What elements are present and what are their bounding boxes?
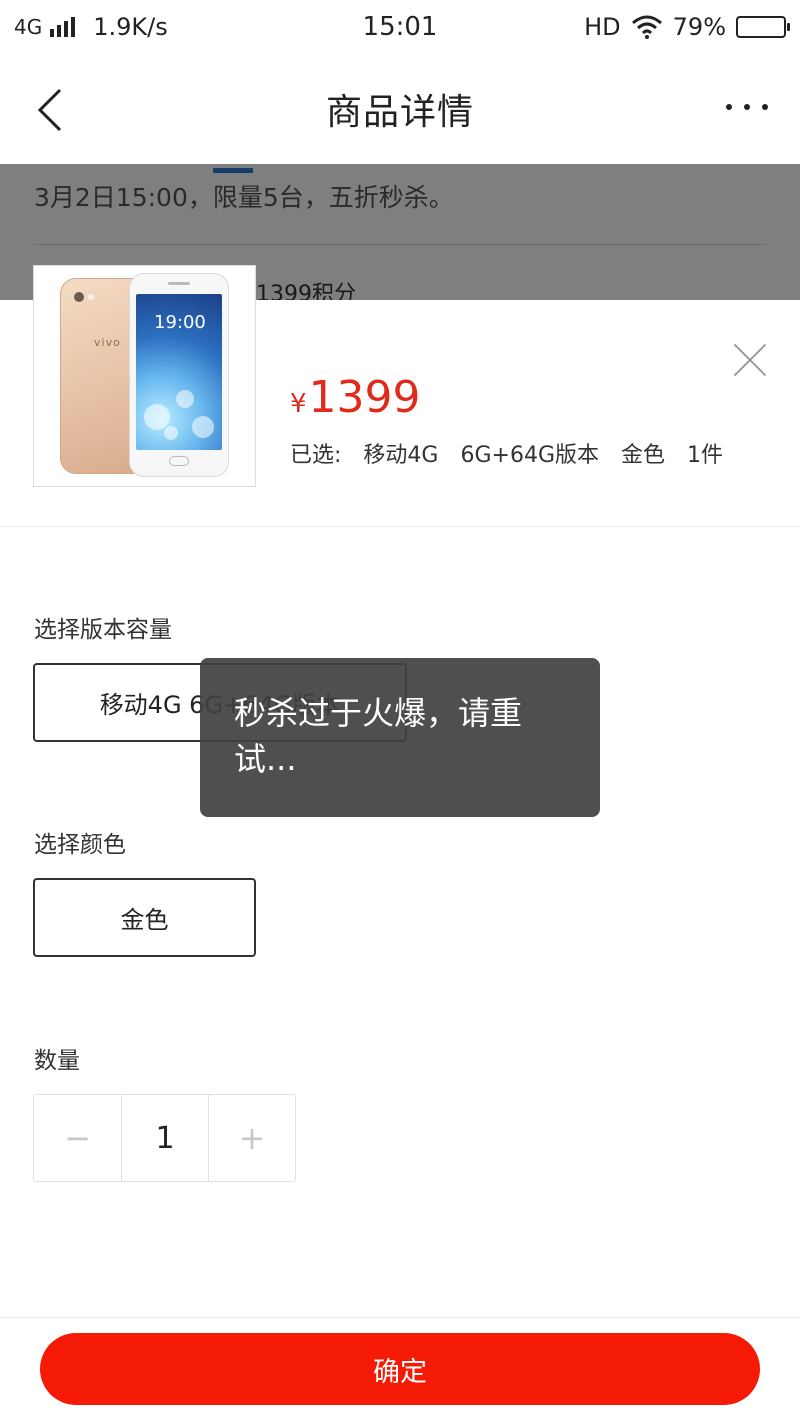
more-options-icon[interactable] (726, 104, 768, 110)
selected-color: 金色 (621, 443, 666, 468)
selected-summary: 已选: 移动4G 6G+64G版本 金色 1件 (290, 437, 745, 469)
price: ¥1399 (290, 372, 421, 423)
network-speed: 1.9K/s (93, 13, 168, 41)
quantity-stepper: − 1 + (33, 1094, 296, 1182)
battery-percent: 79% (672, 13, 726, 41)
quantity-value[interactable]: 1 (121, 1095, 208, 1181)
decrease-button[interactable]: − (34, 1095, 121, 1181)
selected-version: 6G+64G版本 (460, 443, 599, 468)
close-icon[interactable] (732, 342, 768, 378)
signal-icon (50, 17, 76, 37)
phone-screen-time: 19:00 (154, 312, 206, 333)
divider (0, 526, 800, 527)
hd-badge: HD (584, 13, 621, 41)
brand-mark: vivo (94, 336, 121, 349)
divider (0, 1317, 800, 1318)
clock: 15:01 (362, 12, 438, 42)
increase-button[interactable]: + (208, 1095, 295, 1181)
battery-icon (736, 16, 790, 38)
app-header: 商品详情 (0, 54, 800, 164)
version-section-label: 选择版本容量 (34, 617, 172, 643)
selected-quantity: 1件 (687, 443, 724, 468)
selected-network: 移动4G (363, 443, 439, 468)
quantity-section-label: 数量 (34, 1048, 80, 1074)
product-image: vivo 19:00 (33, 265, 256, 487)
network-type: 4G (14, 15, 43, 39)
confirm-button[interactable]: 确定 (40, 1333, 760, 1405)
price-value: 1399 (308, 372, 421, 423)
back-arrow-icon[interactable] (36, 88, 76, 132)
phone-front-image: 19:00 (130, 274, 228, 476)
wifi-icon (631, 15, 662, 39)
color-section-label: 选择颜色 (34, 832, 126, 858)
toast-message: 秒杀过于火爆，请重试... (200, 658, 600, 817)
color-option-button[interactable]: 金色 (33, 878, 256, 957)
currency-symbol: ¥ (290, 389, 307, 419)
page-title: 商品详情 (325, 92, 474, 133)
status-bar: 4G 1.9K/s 15:01 HD 79% (0, 0, 800, 54)
selected-label: 已选: (290, 443, 342, 468)
